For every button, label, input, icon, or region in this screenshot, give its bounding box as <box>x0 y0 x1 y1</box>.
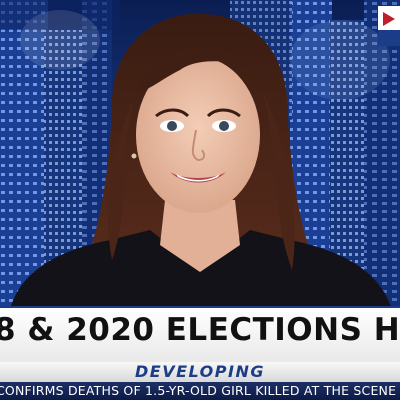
ticker-text: CONFIRMS DEATHS OF 1.5-YR-OLD GIRL KILLE… <box>0 383 400 398</box>
news-anchor <box>10 13 392 310</box>
developing-bar: DEVELOPING <box>0 362 400 382</box>
developing-label: DEVELOPING <box>135 362 265 381</box>
headline-text: 8 & 2020 ELECTIONS HEAT <box>0 312 400 348</box>
lower-third: 8 & 2020 ELECTIONS HEAT DEVELOPING CONFI… <box>0 306 400 400</box>
broadcast-frame: 8 & 2020 ELECTIONS HEAT DEVELOPING CONFI… <box>0 0 400 400</box>
news-ticker: CONFIRMS DEATHS OF 1.5-YR-OLD GIRL KILLE… <box>0 382 400 400</box>
network-logo-icon <box>378 6 400 46</box>
headline-bar: 8 & 2020 ELECTIONS HEAT <box>0 306 400 362</box>
